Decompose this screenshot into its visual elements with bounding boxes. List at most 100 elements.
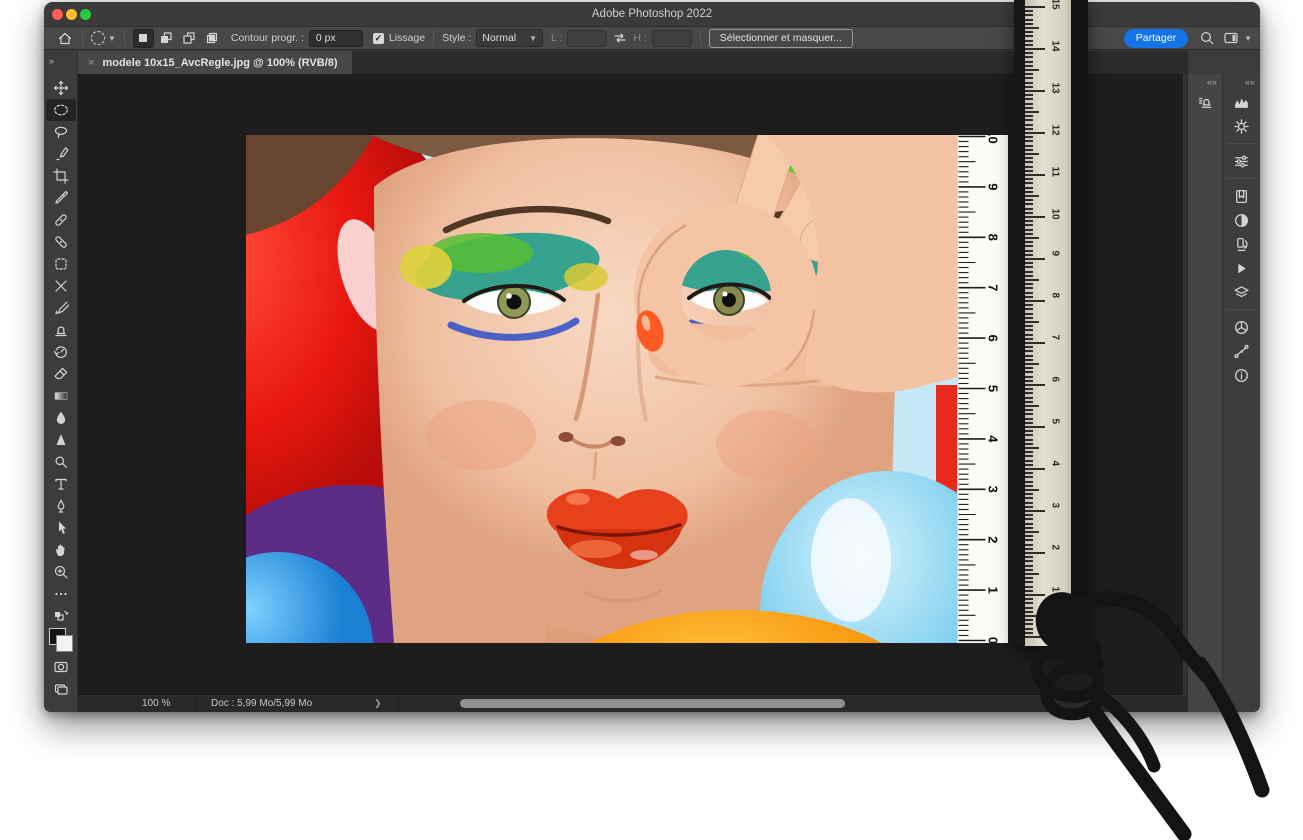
ruler-tick bbox=[1025, 283, 1033, 285]
toolbar-overflow-chevron[interactable]: » bbox=[44, 51, 78, 74]
ruler-right-edge bbox=[1071, 0, 1088, 646]
search-icon[interactable] bbox=[1198, 29, 1216, 47]
ruler-tick bbox=[1025, 451, 1033, 453]
actions-panel-button[interactable] bbox=[1225, 256, 1259, 280]
collapse-panel-chevron[interactable]: «« bbox=[1207, 77, 1217, 87]
brush-tool[interactable] bbox=[46, 297, 76, 319]
move-tool[interactable] bbox=[46, 77, 76, 99]
document-image[interactable]: 012345678910 bbox=[246, 135, 1008, 643]
dodge-tool[interactable] bbox=[46, 451, 76, 473]
ruler-body: 123456789101112131415 bbox=[1025, 0, 1071, 646]
pattern-stamp-tool[interactable] bbox=[46, 253, 76, 275]
ruler-tick bbox=[1025, 220, 1033, 222]
separator bbox=[433, 31, 434, 46]
ruler-tick bbox=[1025, 191, 1033, 193]
libraries-panel-button[interactable] bbox=[1225, 184, 1259, 208]
quick-selection-tool[interactable] bbox=[46, 143, 76, 165]
paths-panel-button[interactable] bbox=[1225, 339, 1259, 363]
document-tab[interactable]: × modele 10x15_AvcRegle.jpg @ 100% (RVB/… bbox=[78, 51, 352, 74]
ruler-tick bbox=[1025, 65, 1033, 67]
new-selection-button[interactable] bbox=[133, 29, 154, 48]
healing-brush-tool[interactable] bbox=[46, 231, 76, 253]
navigator-panel-button[interactable] bbox=[1225, 114, 1259, 138]
select-and-mask-button[interactable]: Sélectionner et masquer... bbox=[709, 29, 853, 48]
eraser-tool[interactable] bbox=[46, 363, 76, 385]
elliptical-marquee-preview-icon[interactable] bbox=[91, 31, 105, 45]
elliptical-marquee-tool[interactable] bbox=[46, 99, 76, 121]
panel-icons-column: «« bbox=[1222, 74, 1260, 712]
chevron-down-icon[interactable]: ▼ bbox=[1244, 34, 1252, 43]
background-color-swatch[interactable] bbox=[56, 635, 73, 652]
path-selection-tool[interactable] bbox=[46, 517, 76, 539]
intersect-selection-button[interactable] bbox=[202, 29, 223, 48]
feather-label: Contour progr. : bbox=[231, 32, 304, 44]
layers-panel-button[interactable] bbox=[1225, 280, 1259, 304]
eyedropper-tool[interactable] bbox=[46, 187, 76, 209]
color-panel-button[interactable] bbox=[1225, 315, 1259, 339]
sharpen-tool[interactable] bbox=[46, 429, 76, 451]
share-button[interactable]: Partager bbox=[1124, 29, 1188, 48]
collapse-panel-chevron[interactable]: «« bbox=[1245, 77, 1255, 87]
clone-source-panel-button[interactable] bbox=[1188, 90, 1222, 114]
ruler-tick bbox=[1025, 27, 1039, 29]
ruler-tick bbox=[1025, 460, 1033, 462]
workspace-icon[interactable] bbox=[1222, 29, 1240, 47]
ruler-tick bbox=[1025, 111, 1039, 113]
screen-mode-button[interactable] bbox=[46, 678, 76, 700]
ruler-tick bbox=[1025, 548, 1033, 550]
chevron-down-icon[interactable]: ▼ bbox=[108, 34, 116, 43]
ruler-tick bbox=[1025, 287, 1033, 289]
ruler-tick bbox=[1025, 376, 1033, 378]
spot-healing-brush-tool[interactable] bbox=[46, 209, 76, 231]
edit-toolbar[interactable] bbox=[46, 583, 76, 605]
height-input[interactable] bbox=[652, 30, 692, 47]
ruler-number: 12 bbox=[1050, 125, 1061, 139]
ruler-tick bbox=[1025, 103, 1033, 105]
ruler-tick bbox=[1025, 485, 1033, 487]
smoothing-checkbox[interactable]: ✓ bbox=[373, 33, 384, 44]
clone-stamp-tool[interactable] bbox=[46, 319, 76, 341]
home-icon[interactable] bbox=[56, 29, 74, 47]
pen-tool[interactable] bbox=[46, 495, 76, 517]
width-input[interactable] bbox=[567, 30, 607, 47]
tab-close-icon[interactable]: × bbox=[88, 57, 94, 69]
ruler-tick bbox=[1025, 304, 1033, 306]
history-panel-button[interactable] bbox=[1225, 232, 1259, 256]
zoom-level[interactable]: 100 % bbox=[142, 698, 170, 709]
ruler-tick bbox=[1025, 556, 1033, 558]
ruler-tick bbox=[1025, 52, 1033, 54]
slice-tool[interactable] bbox=[46, 275, 76, 297]
ruler-tick bbox=[1025, 346, 1033, 348]
ruler-tick bbox=[1025, 229, 1033, 231]
crop-tool[interactable] bbox=[46, 165, 76, 187]
adjustments-panel-button[interactable] bbox=[1225, 208, 1259, 232]
swap-dimensions-icon[interactable] bbox=[611, 29, 629, 47]
hand-tool[interactable] bbox=[46, 539, 76, 561]
default-swap-colors-icon[interactable] bbox=[52, 607, 70, 625]
lasso-tool[interactable] bbox=[46, 121, 76, 143]
subtract-from-selection-button[interactable] bbox=[179, 29, 200, 48]
ruler-tick bbox=[1025, 607, 1033, 609]
ruler-tick bbox=[1025, 128, 1033, 130]
status-expand-chevron[interactable]: ❯ bbox=[374, 698, 382, 709]
histogram-panel-button[interactable] bbox=[1225, 90, 1259, 114]
history-brush-tool[interactable] bbox=[46, 341, 76, 363]
blur-tool[interactable] bbox=[46, 407, 76, 429]
tools-panel bbox=[44, 74, 78, 712]
info-panel-button[interactable] bbox=[1225, 363, 1259, 387]
separator bbox=[398, 697, 399, 710]
ruler-tick bbox=[1025, 40, 1033, 42]
ruler-tick bbox=[1025, 140, 1033, 142]
feather-input[interactable]: 0 px bbox=[309, 30, 363, 47]
properties-panel-button[interactable] bbox=[1225, 149, 1259, 173]
horizontal-scrollbar-thumb[interactable] bbox=[460, 699, 845, 708]
ruler-tick bbox=[1025, 392, 1033, 394]
type-tool[interactable] bbox=[46, 473, 76, 495]
gradient-tool[interactable] bbox=[46, 385, 76, 407]
style-select[interactable]: Normal ▼ bbox=[476, 29, 543, 47]
zoom-tool[interactable] bbox=[46, 561, 76, 583]
ruler-tick bbox=[1025, 56, 1033, 58]
ruler-tick bbox=[1025, 455, 1033, 457]
quick-mask-button[interactable] bbox=[46, 656, 76, 678]
add-to-selection-button[interactable] bbox=[156, 29, 177, 48]
